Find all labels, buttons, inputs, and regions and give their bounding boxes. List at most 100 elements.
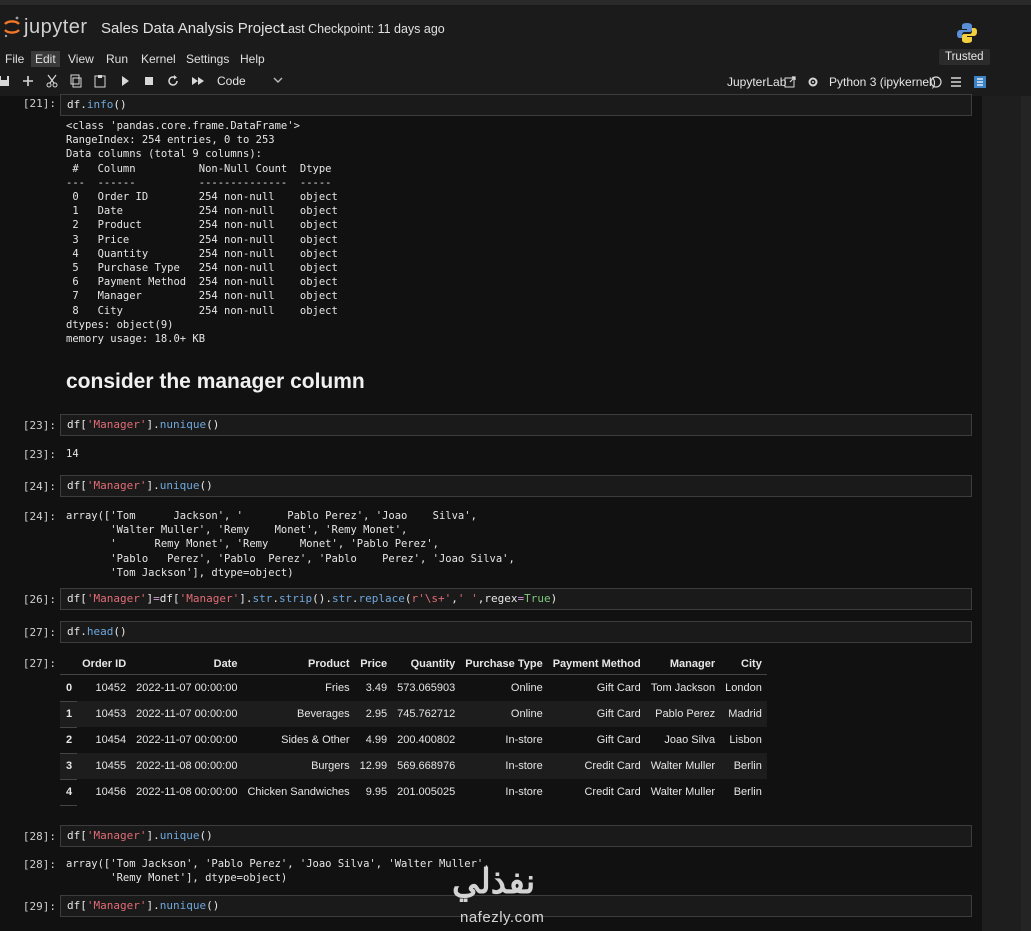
table-cell: In-store: [505, 734, 543, 746]
cell-type-select[interactable]: Code: [217, 74, 246, 88]
menu-kernel[interactable]: Kernel: [137, 51, 180, 67]
column-header: Payment Method: [547, 654, 646, 675]
table-cell: Walter Muller: [650, 786, 716, 798]
code-cell-input[interactable]: df.info(): [60, 94, 972, 116]
cell-output: array(['Tom Jackson', ' Pablo Perez', 'J…: [66, 510, 515, 579]
table-cell: 2022-11-08 00:00:00: [136, 786, 238, 798]
table-row: 1 10453 2022-11-07 00:00:00 Beverages 2.…: [60, 701, 767, 728]
code-cell-input[interactable]: df.head(): [60, 621, 972, 643]
trusted-indicator[interactable]: Trusted: [939, 49, 990, 65]
kernel-status-circle-icon: [930, 76, 942, 88]
table-row: 2 10454 2022-11-07 00:00:00 Sides & Othe…: [60, 727, 767, 754]
menu-file[interactable]: File: [1, 51, 28, 67]
code-method: unique: [159, 829, 200, 842]
open-jupyterlab-link[interactable]: JupyterLab: [727, 75, 786, 89]
paste-icon[interactable]: [93, 74, 107, 88]
menu-run[interactable]: Run: [102, 51, 132, 67]
scrollbar[interactable]: [1021, 96, 1031, 931]
table-cell: Beverages: [242, 701, 355, 727]
kernel-name[interactable]: Python 3 (ipykernel): [829, 75, 936, 89]
table-cell: 3.49: [365, 682, 388, 694]
table-cell: Lisbon: [729, 734, 762, 746]
external-link-icon[interactable]: [783, 75, 797, 89]
row-index: 2: [60, 727, 78, 754]
table-cell: 4.99: [365, 734, 388, 746]
input-prompt: [24]:: [22, 480, 56, 493]
fast-forward-icon[interactable]: [191, 74, 205, 88]
code-string: 'Manager': [86, 418, 147, 431]
table-cell: 10456: [95, 786, 127, 798]
table-cell: 10452: [95, 682, 127, 694]
code-token: ().: [312, 592, 332, 605]
table-cell: 2.95: [354, 701, 393, 727]
input-prompt: [28]:: [22, 830, 56, 843]
code-token: (): [206, 418, 220, 431]
last-checkpoint: Last Checkpoint: 11 days ago: [281, 22, 445, 36]
input-prompt: [29]:: [22, 900, 56, 913]
column-header: Quantity: [392, 654, 461, 675]
code-cell-input[interactable]: df['Manager']=df['Manager'].str.strip().…: [60, 588, 972, 610]
watermark-url: nafezly.com: [460, 909, 545, 926]
column-header: Date: [131, 654, 243, 675]
table-cell: 201.005025: [397, 786, 456, 798]
gear-icon[interactable]: [806, 75, 820, 89]
table-cell: Sides & Other: [281, 734, 350, 746]
dataframe-table: Order ID Date Product Price Quantity Pur…: [60, 654, 767, 806]
menu-icon[interactable]: [949, 75, 963, 89]
table-cell: Pablo Perez: [645, 701, 721, 727]
menu-settings[interactable]: Settings: [182, 51, 233, 67]
code-cell-input[interactable]: df['Manager'].unique(): [60, 825, 972, 847]
table-cell: 10453: [77, 701, 132, 727]
stop-icon[interactable]: [142, 74, 156, 88]
code-method: head: [86, 625, 114, 638]
column-header: Product: [242, 654, 355, 675]
row-index: 4: [60, 779, 78, 806]
save-icon[interactable]: [0, 74, 11, 88]
code-cell-input[interactable]: df['Manager'].unique(): [60, 475, 972, 497]
table-cell: 9.95: [365, 786, 388, 798]
table-row: 3 10455 2022-11-08 00:00:00 Burgers 12.9…: [60, 753, 767, 780]
table-cell: Walter Muller: [645, 753, 721, 779]
code-method: str: [331, 592, 352, 605]
table-row: 0 10452 2022-11-07 00:00:00 Fries 3.49 5…: [60, 674, 767, 702]
copy-icon[interactable]: [69, 74, 83, 88]
add-cell-icon[interactable]: [21, 74, 35, 88]
menu-view[interactable]: View: [64, 51, 98, 67]
table-cell: Online: [460, 701, 548, 727]
code-token: df[: [67, 418, 87, 431]
code-string: 'Manager': [86, 899, 147, 912]
menu-help[interactable]: Help: [236, 51, 269, 67]
table-cell: 12.99: [354, 753, 393, 779]
code-string: r'\s+': [411, 592, 452, 605]
markdown-heading: consider the manager column: [66, 370, 365, 393]
restart-icon[interactable]: [166, 74, 180, 88]
notebook-icon[interactable]: [973, 75, 987, 89]
code-string: 'Manager': [86, 592, 147, 605]
table-cell: Madrid: [720, 701, 767, 727]
table-cell: Tom Jackson: [650, 682, 716, 694]
table-cell: 2022-11-07 00:00:00: [136, 682, 238, 694]
notebook-toolbar: Code JupyterLab Python 3 (ipykernel): [0, 69, 1031, 97]
watermark-arabic: نفذلي: [452, 863, 536, 901]
table-cell: Credit Card: [547, 753, 646, 779]
column-header: Price: [354, 654, 393, 675]
run-icon[interactable]: [118, 74, 132, 88]
table-cell: 745.762712: [392, 701, 461, 727]
table-cell: 200.400802: [397, 734, 456, 746]
code-method: replace: [358, 592, 405, 605]
cut-icon[interactable]: [45, 74, 59, 88]
chevron-down-icon[interactable]: [273, 73, 283, 87]
table-cell: 573.065903: [397, 682, 456, 694]
output-prompt: [24]:: [22, 510, 56, 523]
notebook-title[interactable]: Sales Data Analysis Project: [101, 20, 284, 37]
cell-output: 14: [66, 448, 79, 460]
table-cell: 2022-11-08 00:00:00: [131, 753, 243, 779]
table-cell: Burgers: [242, 753, 355, 779]
table-cell: Gift Card: [547, 701, 646, 727]
row-index: 0: [60, 674, 78, 702]
table-row: 4 10456 2022-11-08 00:00:00 Chicken Sand…: [60, 779, 767, 806]
menu-edit[interactable]: Edit: [31, 51, 60, 67]
code-token: (): [113, 625, 127, 638]
code-method: strip: [278, 592, 313, 605]
code-cell-input[interactable]: df['Manager'].nunique(): [60, 414, 972, 436]
